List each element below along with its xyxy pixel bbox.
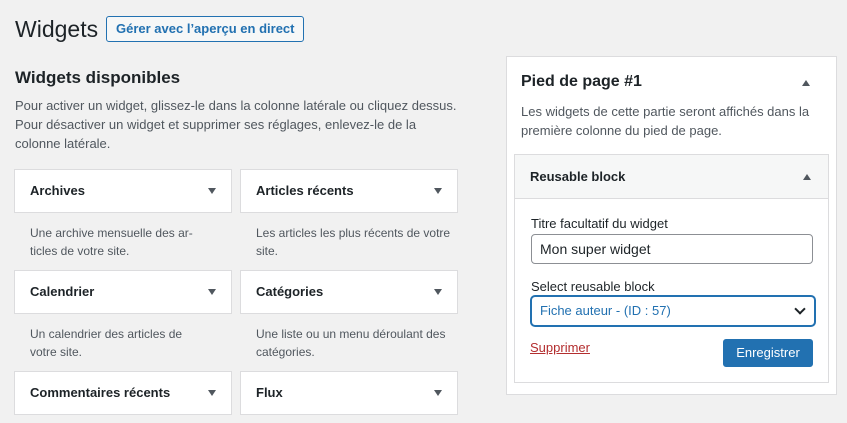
widget-title: Reusable block bbox=[530, 169, 626, 184]
widget-title: Archives bbox=[30, 183, 85, 198]
widget-description: Un calendrier des articles de votre site… bbox=[30, 327, 183, 359]
sidebar-description: Les widgets de cette partie seront affic… bbox=[521, 104, 810, 138]
reusable-block-widget: Reusable block Titre facultatif du widge… bbox=[514, 154, 829, 383]
available-widgets-title: Widgets disponibles bbox=[15, 68, 181, 87]
chevron-up-icon[interactable] bbox=[802, 80, 810, 86]
widget-title: Catégories bbox=[256, 284, 324, 299]
select-value: Fiche auteur - (ID : 57) bbox=[540, 303, 671, 318]
widget-title-field-label: Titre facultatif du widget bbox=[531, 216, 668, 231]
select-block-label: Select reusable block bbox=[531, 279, 655, 294]
widget-title: Commentaires récents bbox=[30, 385, 171, 400]
widget-categories[interactable]: Catégories bbox=[240, 270, 458, 314]
chevron-down-icon[interactable] bbox=[208, 289, 216, 295]
widget-title-input[interactable] bbox=[531, 234, 813, 264]
chevron-down-icon[interactable] bbox=[208, 390, 216, 396]
chevron-down-icon[interactable] bbox=[434, 188, 442, 194]
widget-calendar[interactable]: Calendrier bbox=[14, 270, 232, 314]
save-button[interactable]: Enregistrer bbox=[723, 339, 813, 367]
widget-description: Les articles les plus récents de votre s… bbox=[256, 226, 451, 258]
widget-header[interactable]: Reusable block bbox=[515, 155, 828, 199]
chevron-down-icon[interactable] bbox=[434, 390, 442, 396]
widget-description: Une archive mensuelle des ar-ticles de v… bbox=[30, 226, 193, 258]
delete-link[interactable]: Supprimer bbox=[530, 340, 590, 355]
page-title: Widgets bbox=[15, 16, 99, 42]
widget-title: Articles récents bbox=[256, 183, 354, 198]
chevron-up-icon[interactable] bbox=[803, 174, 811, 180]
widget-recent-posts[interactable]: Articles récents bbox=[240, 169, 458, 213]
widget-recent-comments[interactable]: Commentaires récents bbox=[14, 371, 232, 415]
widget-archives[interactable]: Archives bbox=[14, 169, 232, 213]
reusable-block-select[interactable]: Fiche auteur - (ID : 57) bbox=[531, 296, 815, 326]
select-chevron-icon bbox=[794, 303, 806, 315]
available-widgets-description: Pour activer un widget, glissez-le dans … bbox=[15, 98, 457, 151]
widget-title: Calendrier bbox=[30, 284, 95, 299]
widget-description: Une liste ou un menu déroulant des catég… bbox=[256, 327, 446, 359]
live-preview-button[interactable]: Gérer avec l’aperçu en direct bbox=[106, 16, 305, 42]
chevron-down-icon[interactable] bbox=[434, 289, 442, 295]
sidebar-title[interactable]: Pied de page #1 bbox=[521, 73, 642, 91]
sidebar-footer-1: Pied de page #1 Les widgets de cette par… bbox=[506, 56, 837, 395]
widget-rss[interactable]: Flux bbox=[240, 371, 458, 415]
widget-title: Flux bbox=[256, 385, 283, 400]
chevron-down-icon[interactable] bbox=[208, 188, 216, 194]
